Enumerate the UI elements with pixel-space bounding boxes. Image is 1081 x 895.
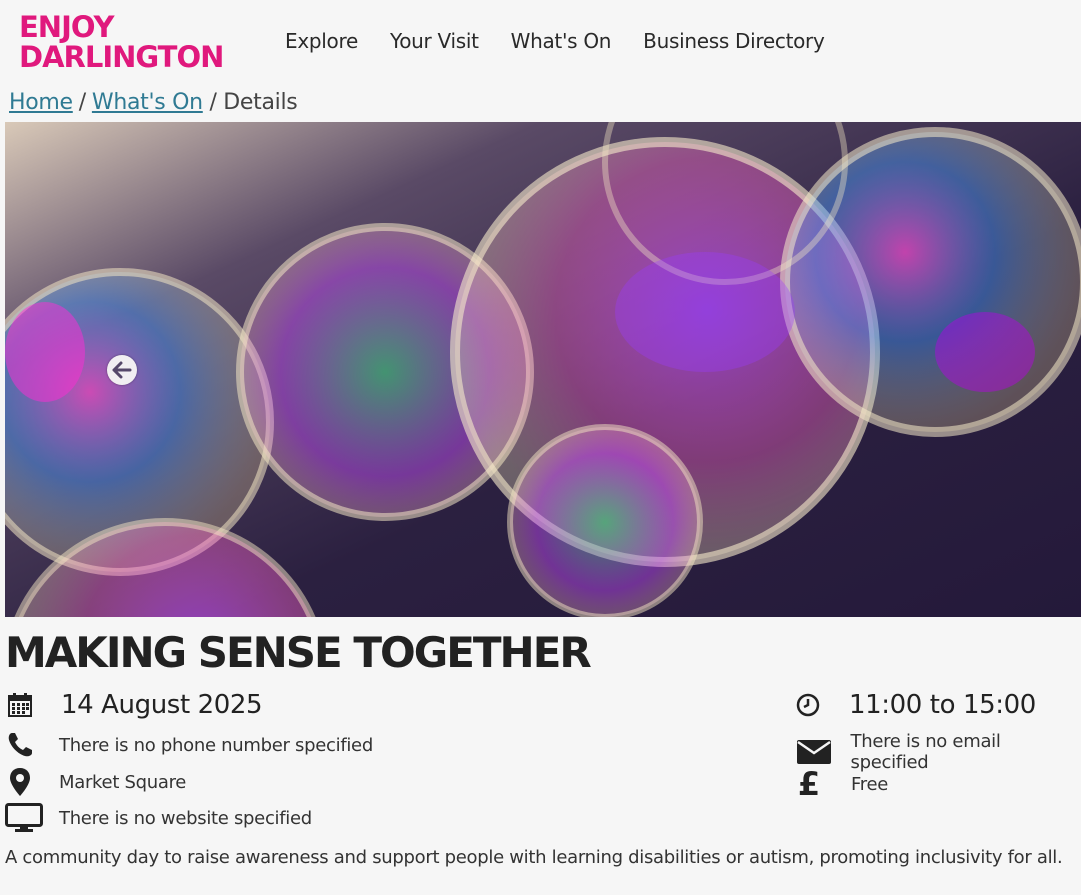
event-description: A community day to raise awareness and s… xyxy=(5,847,1063,868)
event-title: MAKING SENSE TOGETHER xyxy=(5,628,592,677)
event-hero-image xyxy=(5,122,1081,617)
event-website-row: There is no website specified xyxy=(5,803,312,833)
event-price: Free xyxy=(851,773,888,795)
breadcrumb-separator: / xyxy=(78,90,86,115)
site-logo[interactable]: ENJOY DARLINGTON xyxy=(19,10,224,74)
calendar-icon xyxy=(5,692,35,718)
main-nav: Explore Your Visit What's On Business Di… xyxy=(285,29,857,53)
phone-icon xyxy=(5,731,35,759)
map-pin-icon xyxy=(5,767,35,797)
event-website: There is no website specified xyxy=(59,807,312,829)
breadcrumb: Home / What's On / Details xyxy=(9,90,298,115)
nav-whats-on[interactable]: What's On xyxy=(511,29,612,53)
event-phone: There is no phone number specified xyxy=(59,734,373,756)
arrow-left-icon xyxy=(112,361,132,379)
event-phone-row: There is no phone number specified xyxy=(5,731,373,759)
site-header: ENJOY DARLINGTON Explore Your Visit What… xyxy=(0,0,1081,90)
event-price-row: £ Free xyxy=(795,765,888,803)
clock-icon xyxy=(793,693,823,717)
carousel-prev-button[interactable] xyxy=(107,355,137,385)
event-location: Market Square xyxy=(59,771,187,793)
event-time: 11:00 to 15:00 xyxy=(849,690,1036,720)
breadcrumb-home[interactable]: Home xyxy=(9,90,73,115)
event-date: 14 August 2025 xyxy=(61,690,263,720)
event-location-row: Market Square xyxy=(5,767,186,797)
breadcrumb-whats-on[interactable]: What's On xyxy=(92,90,203,115)
pound-icon: £ xyxy=(797,765,821,803)
monitor-icon xyxy=(5,803,43,833)
logo-line-1: ENJOY xyxy=(19,10,115,44)
bubbles-photo xyxy=(5,122,1081,617)
nav-business-directory[interactable]: Business Directory xyxy=(643,29,825,53)
event-time-row: 11:00 to 15:00 xyxy=(793,690,1036,720)
envelope-icon xyxy=(795,738,833,766)
logo-line-2: DARLINGTON xyxy=(19,40,224,74)
breadcrumb-current: / Details xyxy=(209,90,298,115)
nav-your-visit[interactable]: Your Visit xyxy=(390,29,479,53)
nav-explore[interactable]: Explore xyxy=(285,29,358,53)
event-date-row: 14 August 2025 xyxy=(5,690,263,720)
